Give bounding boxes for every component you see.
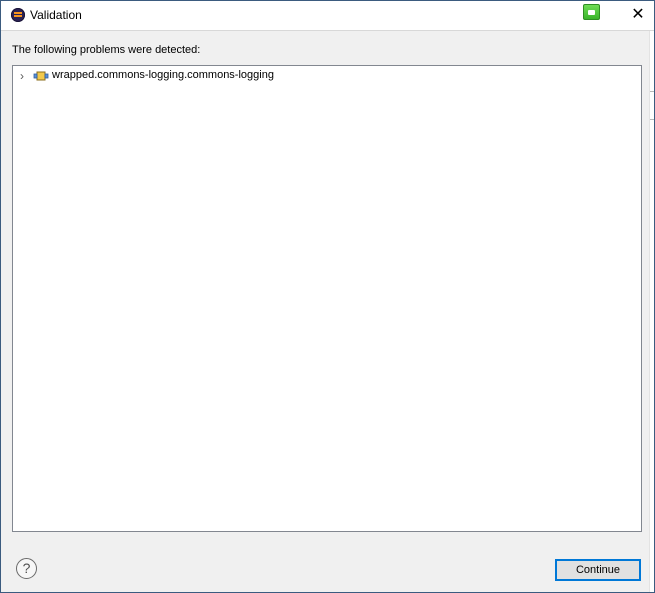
edge-divider — [650, 91, 654, 92]
window-title: Validation — [30, 8, 82, 22]
background-window-edge — [649, 31, 654, 592]
validation-dialog: Validation ✕ The following problems were… — [0, 0, 655, 593]
eclipse-app-icon — [11, 8, 25, 22]
title-bar: Validation ✕ — [1, 1, 654, 31]
close-button[interactable]: ✕ — [623, 3, 653, 27]
continue-button[interactable]: Continue — [555, 559, 641, 581]
tree-item-label: wrapped.commons-logging.commons-logging — [52, 69, 274, 81]
tree-item[interactable]: › wrapped.commons-logging.commons-loggin… — [17, 68, 397, 84]
problems-message: The following problems were detected: — [12, 44, 201, 56]
plugin-bundle-icon — [33, 71, 49, 81]
edge-divider — [650, 119, 654, 120]
green-tray-icon[interactable] — [583, 4, 600, 20]
chevron-right-icon[interactable]: › — [20, 68, 24, 84]
help-button[interactable]: ? — [16, 558, 37, 579]
problems-tree[interactable]: › wrapped.commons-logging.commons-loggin… — [12, 65, 642, 532]
